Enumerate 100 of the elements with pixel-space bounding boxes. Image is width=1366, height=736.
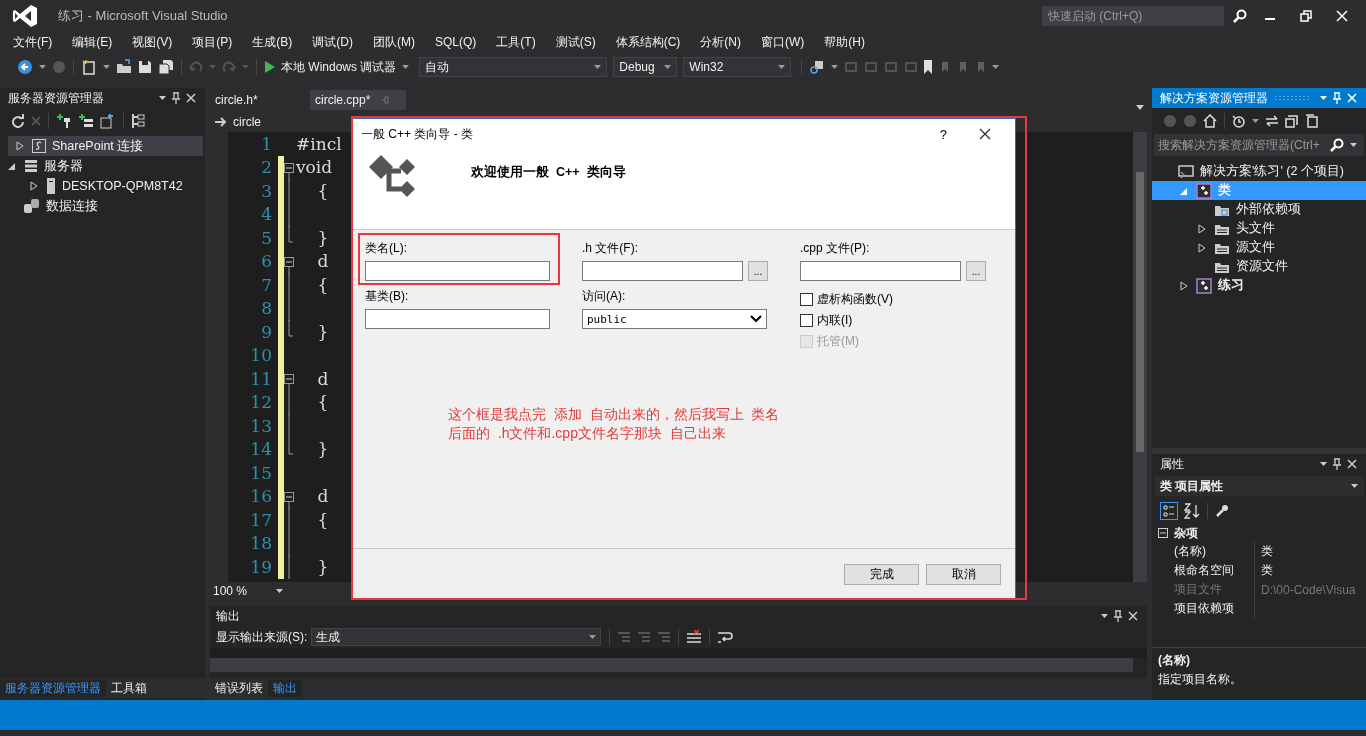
document-tab[interactable]: circle.cpp* xyxy=(310,90,406,110)
document-tab[interactable]: circle.h* xyxy=(210,90,306,110)
caret-icon[interactable] xyxy=(39,65,46,69)
panel-tab[interactable]: 输出 xyxy=(268,679,302,697)
tree-item[interactable]: SharePoint 连接 xyxy=(8,136,203,156)
dialog-button[interactable]: 取消 xyxy=(926,563,1001,585)
caret-icon[interactable] xyxy=(1101,614,1108,618)
caret-icon[interactable] xyxy=(1136,105,1144,110)
property-name[interactable]: 根命名空间 xyxy=(1168,561,1255,580)
menu-item[interactable]: 体系结构(C) xyxy=(606,33,690,51)
menu-item[interactable]: 团队(M) xyxy=(364,33,424,51)
sort-alphabetical-icon[interactable] xyxy=(1184,503,1200,519)
caret-icon[interactable] xyxy=(159,96,166,100)
menu-item[interactable]: 生成(B) xyxy=(243,33,302,51)
scrollbar[interactable] xyxy=(210,658,1133,672)
property-name[interactable]: 项目依赖项 xyxy=(1168,599,1255,618)
restore-icon[interactable] xyxy=(1300,10,1312,22)
help-button[interactable]: ? xyxy=(939,126,947,142)
clear-all-icon[interactable] xyxy=(686,630,703,644)
checkbox-option[interactable]: 内联(I) xyxy=(800,312,893,328)
browse-button[interactable]: ... xyxy=(966,261,986,281)
properties-icon[interactable] xyxy=(131,113,145,129)
menu-item[interactable]: 项目(P) xyxy=(183,33,242,51)
panel-tab[interactable]: 错误列表 xyxy=(210,679,268,697)
expander-icon[interactable] xyxy=(30,181,38,191)
expander-icon[interactable] xyxy=(16,141,24,151)
caret-icon[interactable] xyxy=(103,65,110,69)
panel-tab[interactable]: 服务器资源管理器 xyxy=(0,679,106,697)
history-icon[interactable] xyxy=(1232,114,1246,128)
show-all-files-icon[interactable] xyxy=(1305,114,1319,128)
search-icon[interactable] xyxy=(1233,9,1247,23)
search-icon[interactable] xyxy=(1330,138,1344,152)
property-value[interactable]: 类 xyxy=(1261,543,1273,560)
configuration-dropdown[interactable]: 自动 xyxy=(419,57,608,77)
add-server-icon[interactable] xyxy=(78,113,94,129)
cpp-file-field[interactable] xyxy=(800,261,961,281)
tree-item[interactable]: 头文件 xyxy=(1152,219,1366,238)
zoom-dropdown[interactable]: 100 % xyxy=(210,583,286,598)
pin-icon[interactable] xyxy=(172,92,180,104)
refresh-icon[interactable] xyxy=(11,114,25,128)
tree-item[interactable]: 练习 xyxy=(1152,276,1366,295)
panel-tab[interactable]: 工具箱 xyxy=(106,679,152,697)
property-name[interactable]: (名称) xyxy=(1168,542,1255,561)
tree-item[interactable]: 资源文件 xyxy=(1152,257,1366,276)
word-wrap-icon[interactable] xyxy=(717,630,734,644)
collapse-all-icon[interactable] xyxy=(1285,114,1299,128)
menu-item[interactable]: 调试(D) xyxy=(303,33,362,51)
tree-item[interactable]: 外部依赖项 xyxy=(1152,200,1366,219)
menu-item[interactable]: SQL(Q) xyxy=(426,35,486,49)
navigation-dropdown[interactable]: circle xyxy=(210,113,350,131)
add-connection-icon[interactable] xyxy=(56,113,72,129)
sync-icon[interactable] xyxy=(1265,114,1279,128)
object-dropdown[interactable]: 类 项目属性 xyxy=(1154,476,1364,496)
sharepoint-icon[interactable] xyxy=(100,113,116,129)
caret-icon[interactable] xyxy=(1320,462,1327,466)
header-file-field[interactable] xyxy=(582,261,743,281)
pin-icon[interactable] xyxy=(1114,610,1122,622)
new-project-icon[interactable] xyxy=(81,59,97,75)
configuration-dropdown[interactable]: Win32 xyxy=(683,57,792,77)
menu-item[interactable]: 测试(S) xyxy=(546,33,605,51)
menu-item[interactable]: 分析(N) xyxy=(691,33,750,51)
tree-item[interactable]: 服务器 xyxy=(0,156,205,176)
browse-button[interactable]: ... xyxy=(748,261,768,281)
menu-item[interactable]: 帮助(H) xyxy=(815,33,874,51)
menu-item[interactable]: 工具(T) xyxy=(487,33,545,51)
menu-item[interactable]: 文件(F) xyxy=(4,33,62,51)
wrench-icon[interactable] xyxy=(1215,504,1229,518)
configuration-dropdown[interactable]: Debug xyxy=(613,57,678,77)
class-name-field[interactable] xyxy=(365,261,550,281)
expander-icon[interactable] xyxy=(1198,242,1206,253)
menu-item[interactable]: 窗口(W) xyxy=(752,33,814,51)
expander-icon[interactable] xyxy=(8,161,16,171)
collapse-icon[interactable] xyxy=(1158,528,1168,538)
menu-item[interactable]: 编辑(E) xyxy=(63,33,122,51)
property-value[interactable]: 类 xyxy=(1261,562,1273,579)
output-source-dropdown[interactable]: 生成 xyxy=(311,628,602,646)
expander-icon[interactable] xyxy=(1180,280,1188,291)
categorized-icon[interactable] xyxy=(1160,502,1178,520)
scrollbar[interactable] xyxy=(1133,132,1147,582)
caret-icon[interactable] xyxy=(831,65,839,69)
caret-icon[interactable] xyxy=(1252,119,1259,123)
caret-icon[interactable] xyxy=(992,65,1000,69)
quick-launch-field[interactable]: 快速启动 (Ctrl+Q) xyxy=(1042,6,1224,26)
bookmark-icon[interactable] xyxy=(924,60,933,74)
find-icon[interactable] xyxy=(809,59,826,75)
tree-item[interactable]: 解决方案'练习' (2 个项目) xyxy=(1152,162,1366,181)
expander-icon[interactable] xyxy=(1198,223,1206,234)
checkbox-option[interactable]: 虚析构函数(V) xyxy=(800,291,893,307)
save-all-icon[interactable] xyxy=(158,59,174,75)
menu-item[interactable]: 视图(V) xyxy=(123,33,182,51)
close-icon[interactable] xyxy=(979,128,991,140)
access-dropdown[interactable]: public xyxy=(582,309,767,329)
open-folder-icon[interactable] xyxy=(116,59,132,75)
save-icon[interactable] xyxy=(138,60,152,74)
home-icon[interactable] xyxy=(1203,114,1217,128)
dialog-button[interactable]: 完成 xyxy=(844,563,919,585)
back-icon[interactable] xyxy=(17,59,33,75)
tree-item[interactable]: DESKTOP-QPM8T42 xyxy=(0,176,205,196)
pin-icon[interactable] xyxy=(1333,458,1341,470)
base-class-field[interactable] xyxy=(365,309,550,329)
